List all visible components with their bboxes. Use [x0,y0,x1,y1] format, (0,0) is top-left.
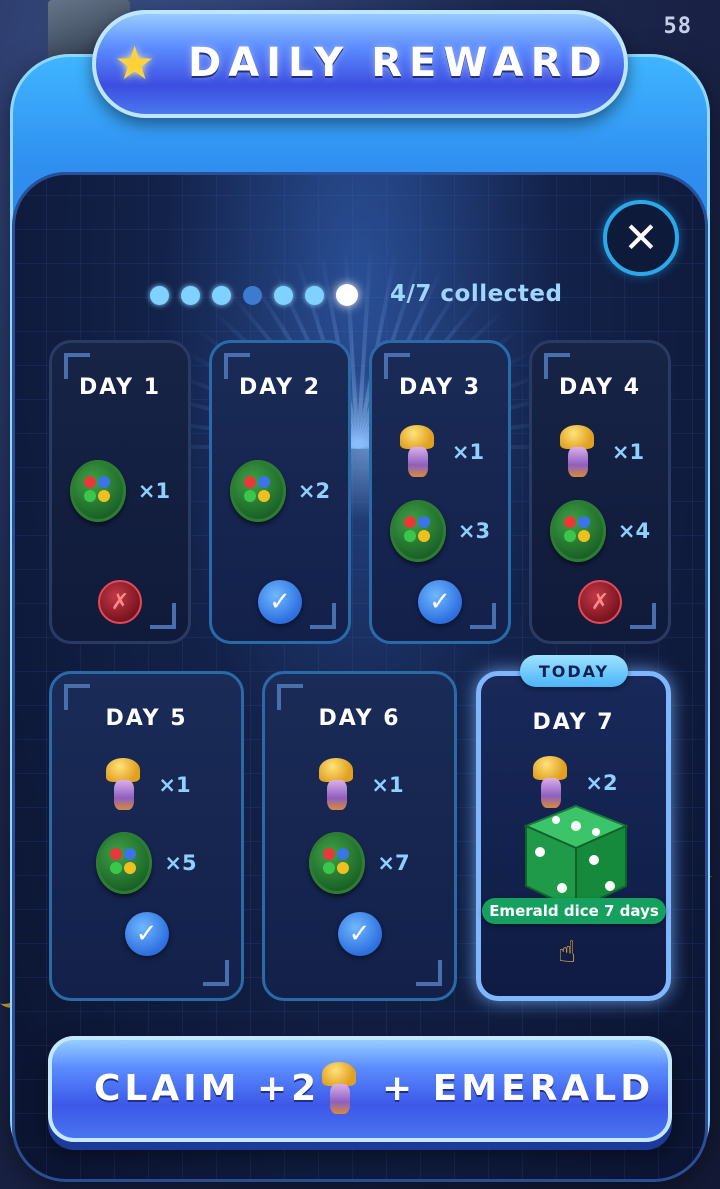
card-corner [630,603,656,629]
reward-row: ×4 [532,500,668,562]
day-card-6[interactable]: DAY 6 ×1 ×7 ✓ [262,671,457,1001]
reward-row: ×1 [265,758,454,812]
card-corner [416,960,442,986]
lamp-icon [396,425,440,479]
day-label: DAY 6 [318,706,401,731]
reward-quantity: ×1 [137,479,171,503]
check-icon: ✓ [418,580,462,624]
check-icon: ✓ [124,912,169,956]
card-corner [470,603,496,629]
missed-icon: ✗ [98,580,142,624]
dialog-title: DAILY REWARD [188,40,609,86]
missed-icon: ✗ [578,580,622,624]
lamp-icon [556,425,600,479]
close-button[interactable]: ✕ [603,200,679,276]
coin-icon [549,500,606,562]
card-corner [150,603,176,629]
progress-dot [274,285,293,305]
reward-quantity: ×1 [371,773,404,797]
reward-row: ×1 [532,425,668,479]
claim-label: CLAIM +2 [94,1068,321,1109]
check-icon: ✓ [337,912,382,956]
claim-suffix: + EMERALD [382,1068,655,1109]
reward-quantity: ×4 [617,519,651,543]
coin-icon [389,500,446,562]
close-icon: ✕ [623,213,659,262]
day-label: DAY 3 [398,375,482,400]
coin-icon [96,832,153,894]
day-card-5[interactable]: DAY 5 ×1 ×5 ✓ [49,671,244,1001]
reward-row: ×1 [52,460,188,522]
reward-row: ×2 [212,460,348,522]
lamp-icon [315,758,359,812]
reward-row: ×5 [52,832,241,894]
day-card-2[interactable]: DAY 2 ×2 ✓ [209,340,351,644]
today-badge: TODAY [520,655,628,687]
day-card-1[interactable]: DAY 1 ×1 ✗ [49,340,191,644]
reward-quantity: ×7 [377,851,410,875]
star-icon: ★ [114,36,156,90]
reward-quantity: ×1 [611,440,645,464]
claim-button[interactable]: CLAIM +2 + EMERALD [48,1036,672,1142]
card-corner [310,603,336,629]
reward-quantity: ×2 [585,771,618,795]
day-label: DAY 4 [558,375,642,400]
day-label: DAY 7 [532,710,615,735]
reward-row: ×7 [265,832,454,894]
day-card-3[interactable]: DAY 3 ×1 ×3 ✓ [369,340,511,644]
day-label: DAY 5 [105,706,188,731]
day-label: DAY 1 [78,375,162,400]
progress-dot [181,285,200,305]
reward-quantity: ×5 [164,851,197,875]
reward-row: ×1 [52,758,241,812]
check-icon: ✓ [258,580,302,624]
day-label: DAY 2 [238,375,322,400]
title-banner: ★ DAILY REWARD [92,10,628,118]
lamp-icon [318,1062,362,1116]
reward-row: ×1 [372,425,508,479]
bonus-label: Emerald dice 7 days [482,898,666,924]
progress-dot [336,284,358,306]
progress-dots [150,284,358,306]
progress-dot [243,285,262,305]
coin-icon [229,460,286,522]
day-card-4[interactable]: DAY 4 ×1 ×4 ✗ [529,340,671,644]
card-corner [203,960,229,986]
background-counter: 58 [663,14,692,39]
reward-quantity: ×1 [158,773,191,797]
progress-dot [212,285,231,305]
progress-dot [150,285,169,305]
reward-row: ×3 [372,500,508,562]
reward-quantity: ×3 [457,519,491,543]
progress-text: 4/7 collected [390,281,563,307]
lamp-icon [102,758,146,812]
pointer-hand-icon: ☝ [558,935,577,970]
reward-quantity: ×1 [451,440,485,464]
progress-dot [305,285,324,305]
coin-icon [69,460,126,522]
reward-quantity: ×2 [297,479,331,503]
coin-icon [309,832,366,894]
